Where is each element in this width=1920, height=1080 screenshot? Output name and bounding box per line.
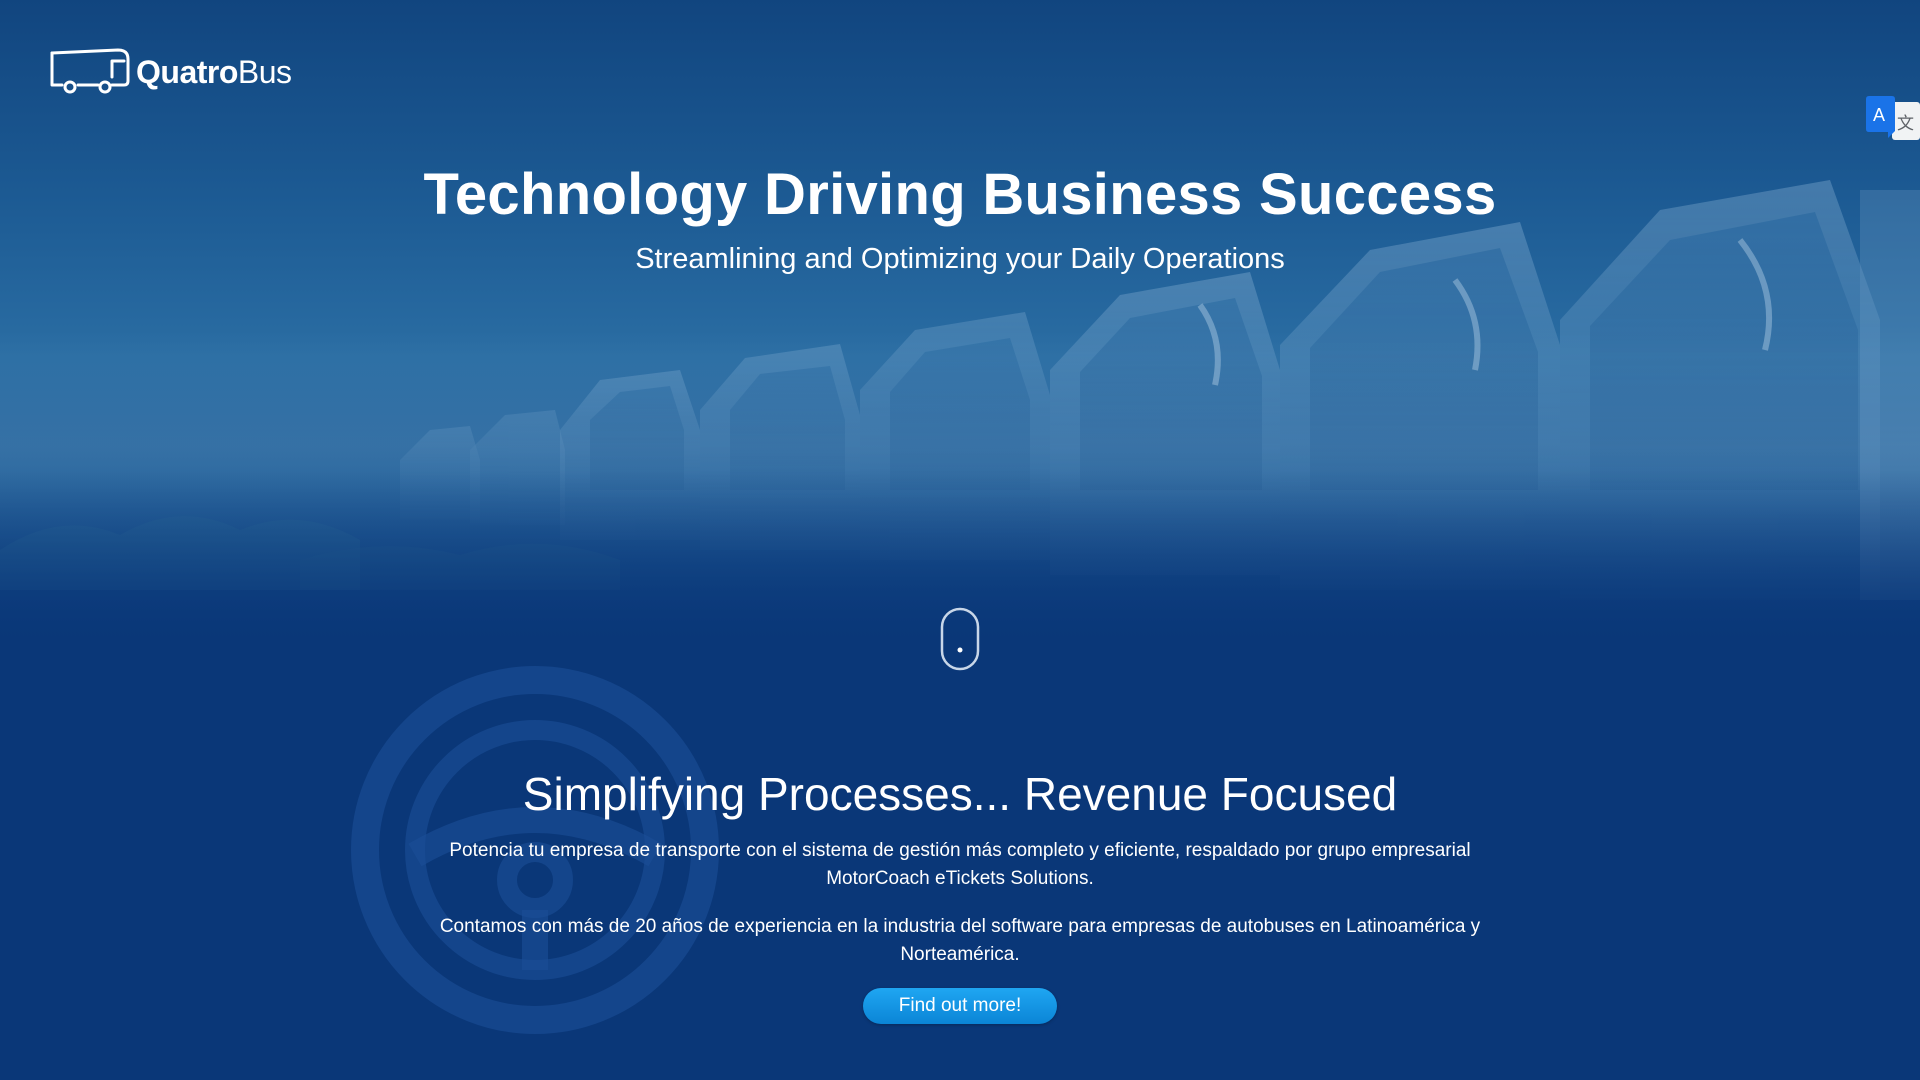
translate-glyph-latin: A — [1873, 105, 1885, 125]
intro-paragraph: Potencia tu empresa de transporte con el… — [449, 840, 1471, 889]
brand-name-bold: Quatro — [136, 54, 238, 90]
hero-subtitle: Streamlining and Optimizing your Daily O… — [635, 243, 1285, 275]
find-out-more-button[interactable]: Find out more! — [863, 988, 1057, 1024]
brand-wordmark: QuatroBus — [136, 56, 292, 88]
translate-icon[interactable]: 文 A — [1866, 96, 1920, 142]
brand-logo[interactable]: QuatroBus — [48, 47, 292, 97]
section-title: Simplifying Processes... Revenue Focused — [522, 768, 1398, 820]
hero-title: Technology Driving Business Success — [423, 162, 1497, 227]
mouse-scroll-icon[interactable] — [938, 606, 982, 672]
translate-glyph-cjk: 文 — [1897, 114, 1914, 134]
brand-name-light: Bus — [237, 54, 292, 90]
bus-icon — [50, 48, 130, 94]
experience-paragraph: Contamos con más de 20 años de experienc… — [439, 916, 1481, 965]
